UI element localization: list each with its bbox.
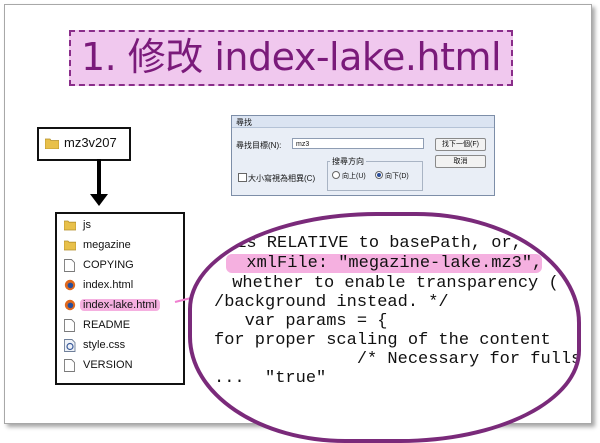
dialog-title: 尋找: [236, 118, 252, 127]
file-item-copying[interactable]: COPYING: [63, 257, 179, 275]
file-name: COPYING: [83, 259, 134, 271]
file-name: index.html: [83, 279, 134, 291]
file-name: VERSION: [83, 359, 133, 371]
direction-up-radio[interactable]: [332, 171, 340, 179]
direction-down-radio[interactable]: [375, 171, 383, 179]
code-line: is RELATIVE to basePath, or, if: [226, 234, 553, 253]
file-name: megazine: [83, 239, 131, 251]
match-case-label: 大小寫視為相異(C): [248, 174, 316, 183]
arrow-shaft: [97, 159, 101, 196]
direction-label: 搜尋方向: [330, 156, 366, 167]
code-line: whether to enable transparency (: [222, 274, 559, 293]
file-icon: [64, 359, 75, 372]
code-line: /* Necessary for fulls: [214, 350, 581, 369]
code-line: for proper scaling of the content: [214, 331, 551, 350]
file-icon: [64, 319, 75, 332]
code-line: /background instead. */: [214, 293, 449, 312]
find-next-button[interactable]: 找下一個(F): [435, 138, 486, 151]
find-dialog: 尋找 尋找目標(N): mz3 找下一個(F) 取消 搜尋方向 向上(U) 向下…: [231, 115, 495, 196]
file-name: js: [83, 219, 91, 231]
match-case-checkbox[interactable]: [238, 173, 247, 182]
file-name: README: [83, 319, 131, 331]
file-item-version[interactable]: VERSION: [63, 357, 179, 375]
folder-icon: [63, 219, 77, 231]
find-what-label: 尋找目標(N):: [236, 141, 282, 150]
slide: 1. 修改 index-lake.html mz3v207 js megazin…: [4, 4, 592, 443]
code-callout: is RELATIVE to basePath, or, if xmlFile:…: [188, 212, 581, 443]
code-line: var params = {: [214, 312, 388, 331]
code-line: ... "true": [214, 369, 327, 388]
title-banner: 1. 修改 index-lake.html: [69, 30, 513, 86]
arrow-head: [90, 194, 108, 206]
slide-title: 1. 修改 index-lake.html: [80, 35, 502, 79]
file-name: index-lake.html: [80, 299, 160, 311]
code-line-highlighted: xmlFile: "megazine-lake.mz3",: [226, 254, 543, 273]
file-list: js megazine COPYING index.html index-lak…: [55, 212, 185, 385]
file-item-js[interactable]: js: [63, 217, 179, 235]
folder-icon: [63, 239, 77, 251]
dialog-titlebar[interactable]: 尋找: [232, 116, 494, 128]
direction-down-label: 向下(D): [385, 173, 409, 180]
file-item-style[interactable]: style.css: [63, 337, 179, 355]
file-icon: [64, 259, 75, 272]
firefox-icon: [64, 299, 76, 311]
file-item-readme[interactable]: README: [63, 317, 179, 335]
find-what-input[interactable]: mz3: [292, 138, 424, 149]
file-item-megazine[interactable]: megazine: [63, 237, 179, 255]
folder-label-box[interactable]: mz3v207: [37, 127, 131, 161]
file-name: style.css: [83, 339, 126, 351]
file-item-index[interactable]: index.html: [63, 277, 179, 295]
file-item-index-lake[interactable]: index-lake.html: [63, 297, 179, 315]
direction-up-label: 向上(U): [342, 173, 366, 180]
folder-name: mz3v207: [64, 135, 117, 150]
cancel-button[interactable]: 取消: [435, 155, 486, 168]
firefox-icon: [64, 279, 76, 291]
folder-icon: [44, 136, 60, 150]
css-file-icon: [64, 339, 76, 352]
